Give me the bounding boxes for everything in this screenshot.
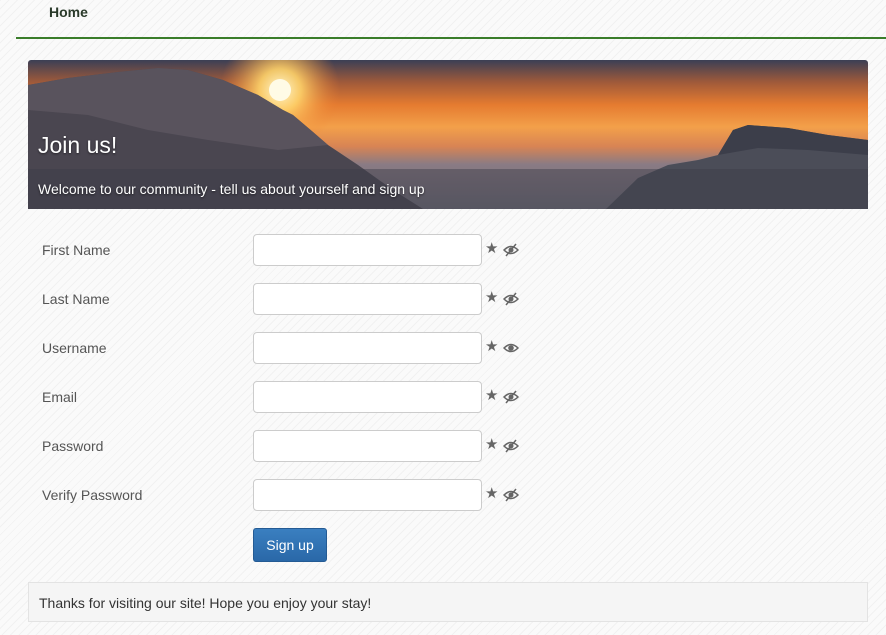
password-field[interactable]	[253, 430, 482, 462]
required-star-icon: ★	[485, 387, 499, 404]
username-row: Username ★	[42, 332, 542, 366]
footer-message: Thanks for visiting our site! Hope you e…	[28, 582, 868, 622]
last-name-row: Last Name ★	[42, 283, 542, 317]
eye-slash-icon[interactable]	[503, 243, 519, 257]
username-label: Username	[42, 340, 107, 356]
last-name-field[interactable]	[253, 283, 482, 315]
eye-slash-icon[interactable]	[503, 439, 519, 453]
required-star-icon: ★	[485, 485, 499, 502]
verify-password-field[interactable]	[253, 479, 482, 511]
required-star-icon: ★	[485, 338, 499, 355]
first-name-row: First Name ★	[42, 234, 542, 268]
email-label: Email	[42, 389, 78, 405]
email-field[interactable]	[253, 381, 482, 413]
first-name-label: First Name	[42, 242, 111, 258]
hero-title: Join us!	[38, 132, 118, 158]
home-link[interactable]: Home	[49, 4, 88, 20]
username-field[interactable]	[253, 332, 482, 364]
password-label: Password	[42, 438, 104, 454]
last-name-label: Last Name	[42, 291, 110, 307]
email-row: Email ★	[42, 381, 542, 415]
required-star-icon: ★	[485, 436, 499, 453]
sign-up-button[interactable]: Sign up	[253, 528, 327, 562]
eye-icon[interactable]	[503, 341, 519, 355]
verify-password-row: Verify Password ★	[42, 479, 542, 513]
hero-subtitle: Welcome to our community - tell us about…	[38, 181, 425, 197]
eye-slash-icon[interactable]	[503, 292, 519, 306]
top-nav: Home	[16, 0, 886, 39]
password-row: Password ★	[42, 430, 542, 464]
required-star-icon: ★	[485, 240, 499, 257]
eye-slash-icon[interactable]	[503, 390, 519, 404]
first-name-field[interactable]	[253, 234, 482, 266]
hero-banner: Join us! Welcome to our community - tell…	[28, 60, 868, 209]
eye-slash-icon[interactable]	[503, 488, 519, 502]
verify-password-label: Verify Password	[42, 487, 143, 503]
required-star-icon: ★	[485, 289, 499, 306]
